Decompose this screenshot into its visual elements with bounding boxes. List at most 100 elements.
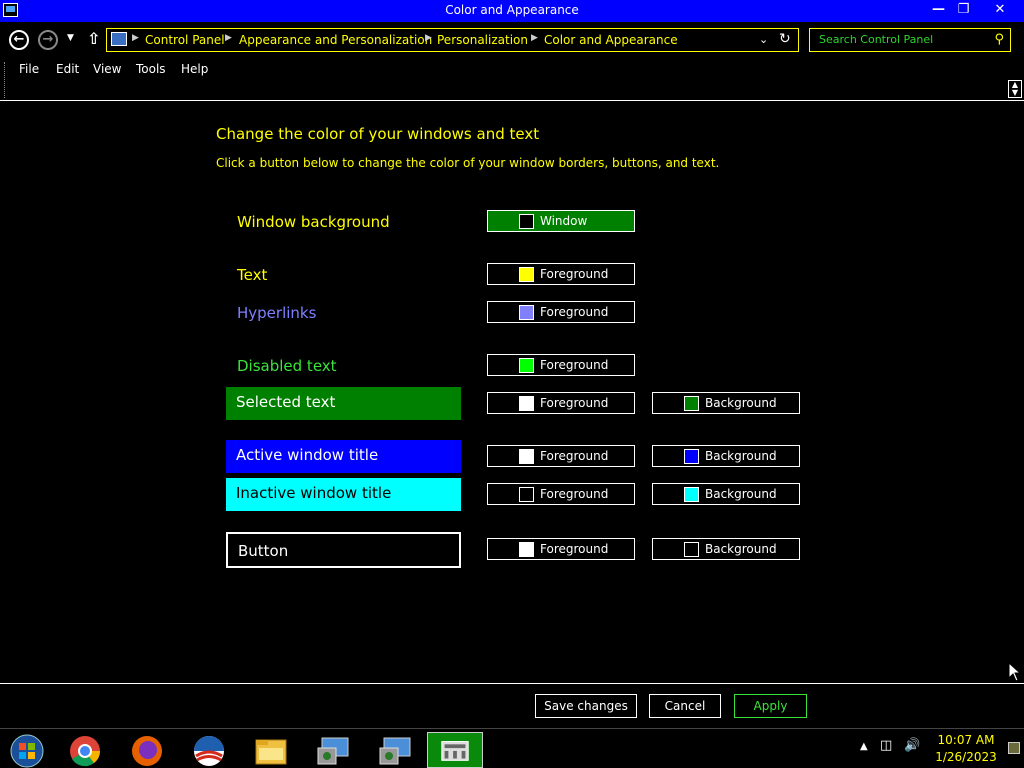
address-row: ← → ▼ ⇧ ▶ Control Panel ▶ Appearance and… [0,22,1024,58]
menu-edit[interactable]: Edit [56,62,79,76]
search-input[interactable]: Search Control Panel ⚲ [809,28,1011,52]
disabled-text-foreground-button[interactable]: Foreground [487,354,635,376]
text-foreground-button[interactable]: Foreground [487,263,635,285]
restore-button[interactable]: ❐ [951,0,976,20]
label-inactive-window-title: Inactive window title [226,478,461,511]
color-appearance-icon[interactable] [427,732,483,768]
firefox-icon[interactable] [120,732,176,768]
mouse-cursor-icon [1008,662,1022,682]
address-bar[interactable]: ▶ Control Panel ▶ Appearance and Persona… [106,28,799,52]
apply-button[interactable]: Apply [734,694,807,718]
color-swatch [684,396,699,411]
button-label: Background [705,396,777,410]
color-swatch [519,487,534,502]
window-title: Color and Appearance [445,3,579,17]
chrome-icon[interactable] [58,732,114,768]
page-heading: Change the color of your windows and tex… [216,125,540,143]
control-panel-icon [111,32,127,46]
inactive-title-foreground-button[interactable]: Foreground [487,483,635,505]
search-placeholder: Search Control Panel [819,33,934,46]
inactive-title-background-button[interactable]: Background [652,483,800,505]
color-swatch [519,396,534,411]
breadcrumb-appearance[interactable]: Appearance and Personalization [239,33,432,47]
color-swatch [519,305,534,320]
chevron-right-icon: ▶ [132,33,139,43]
file-explorer-icon[interactable] [244,732,300,768]
clock[interactable]: 10:07 AM 1/26/2023 [930,732,1002,766]
label-window-background: Window background [237,213,390,231]
chevron-right-icon: ▶ [225,33,232,43]
obama-logo-icon[interactable] [182,732,238,768]
button-label: Foreground [540,542,609,556]
button-label: Window [540,214,588,228]
taskbar: ▲ ◫ 🔊 10:07 AM 1/26/2023 [0,728,1024,768]
color-swatch [519,214,534,229]
label-text: Text [237,266,268,284]
selected-text-background-button[interactable]: Background [652,392,800,414]
clock-date: 1/26/2023 [935,750,997,764]
recent-pages-dropdown-icon[interactable]: ▼ [67,33,74,43]
button-label: Background [705,542,777,556]
button-label: Background [705,449,777,463]
color-swatch [519,449,534,464]
label-selected-text: Selected text [226,387,461,420]
close-button[interactable]: ✕ [986,0,1014,20]
active-title-background-button[interactable]: Background [652,445,800,467]
color-swatch [519,267,534,282]
menu-view[interactable]: View [93,62,121,76]
label-disabled-text: Disabled text [237,357,337,375]
color-swatch [684,542,699,557]
start-orb-icon[interactable] [4,732,50,768]
up-arrow-icon[interactable]: ⇧ [87,29,100,48]
chevron-right-icon: ▶ [531,33,538,43]
label-active-window-title: Active window title [226,440,461,473]
color-swatch [519,542,534,557]
volume-icon[interactable]: 🔊 [904,738,920,753]
control-panel-icon[interactable] [306,732,362,768]
chevron-down-icon[interactable]: ⌄ [759,33,768,46]
selected-text-foreground-button[interactable]: Foreground [487,392,635,414]
menu-grip [4,62,5,98]
show-hidden-icons-icon[interactable]: ▲ [860,741,868,752]
menu-help[interactable]: Help [181,62,208,76]
button-label: Foreground [540,305,609,319]
cancel-button[interactable]: Cancel [649,694,721,718]
forward-button[interactable]: → [38,30,58,50]
button-label: Foreground [540,396,609,410]
network-icon[interactable]: ◫ [880,738,892,753]
color-swatch [684,449,699,464]
control-panel-icon[interactable] [368,732,424,768]
window-background-button[interactable]: Window [487,210,635,232]
title-bar: Color and Appearance — ❐ ✕ [0,0,1024,22]
clock-time: 10:07 AM [937,733,995,747]
button-label: Foreground [540,449,609,463]
color-swatch [519,358,534,373]
breadcrumb-control-panel[interactable]: Control Panel [145,33,225,47]
page-description: Click a button below to change the color… [216,156,720,170]
button-label: Foreground [540,267,609,281]
menu-tools[interactable]: Tools [136,62,166,76]
refresh-icon[interactable]: ↻ [779,31,791,47]
menu-bar: File Edit View Tools Help [0,58,1024,101]
hyperlinks-foreground-button[interactable]: Foreground [487,301,635,323]
search-icon[interactable]: ⚲ [994,32,1004,47]
divider [0,683,1024,684]
button-foreground-button[interactable]: Foreground [487,538,635,560]
scroll-up-down-icon[interactable]: ▲ ▼ [1008,80,1022,98]
label-button: Button [226,532,461,568]
show-desktop-icon[interactable] [1008,742,1020,754]
back-button[interactable]: ← [9,30,29,50]
breadcrumb-color-appearance[interactable]: Color and Appearance [544,33,678,47]
active-title-foreground-button[interactable]: Foreground [487,445,635,467]
button-label: Foreground [540,358,609,372]
chevron-right-icon: ▶ [425,33,432,43]
save-changes-button[interactable]: Save changes [535,694,637,718]
label-hyperlinks: Hyperlinks [237,304,317,322]
button-label: Background [705,487,777,501]
breadcrumb-personalization[interactable]: Personalization [437,33,528,47]
button-label: Foreground [540,487,609,501]
menu-file[interactable]: File [19,62,39,76]
button-background-button[interactable]: Background [652,538,800,560]
color-swatch [684,487,699,502]
minimize-button[interactable]: — [926,0,951,20]
